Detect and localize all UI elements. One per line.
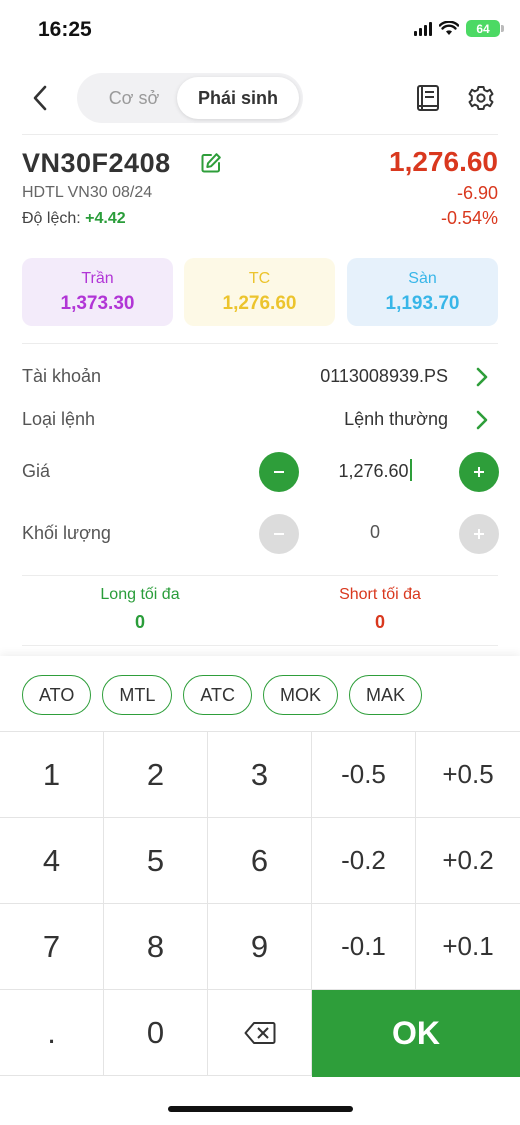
- minus-icon: [274, 533, 284, 535]
- back-button[interactable]: [22, 80, 58, 116]
- chip-atc[interactable]: ATC: [183, 675, 253, 715]
- home-indicator[interactable]: [168, 1106, 353, 1112]
- quantity-label: Khối lượng: [22, 523, 111, 543]
- instrument-symbol: VN30F2408: [22, 148, 171, 178]
- plus-icon: [474, 529, 484, 539]
- key-minus-0-2[interactable]: -0.2: [312, 818, 416, 904]
- chip-mok[interactable]: MOK: [263, 675, 339, 715]
- price-label: Giá: [22, 461, 51, 481]
- reference-value: 1,276.60: [222, 292, 297, 314]
- price-decrease-button[interactable]: [259, 452, 299, 492]
- minus-icon: [274, 471, 284, 473]
- floor-price-box[interactable]: Sàn 1,193.70: [347, 258, 498, 326]
- chip-mak[interactable]: MAK: [349, 675, 423, 715]
- deviation-label: Độ lệch:: [22, 210, 81, 227]
- battery-icon: 64: [466, 20, 504, 37]
- quantity-increase-button[interactable]: [459, 514, 499, 554]
- key-6[interactable]: 6: [208, 818, 312, 904]
- reference-price-box[interactable]: TC 1,276.60: [184, 258, 335, 326]
- instrument-name: HDTL VN30 08/24: [22, 184, 153, 201]
- status-bar: 16:25 64: [0, 0, 520, 60]
- quantity-input[interactable]: 0: [300, 522, 450, 543]
- section-divider: [22, 575, 498, 576]
- quantity-decrease-button[interactable]: [259, 514, 299, 554]
- key-5[interactable]: 5: [104, 818, 208, 904]
- chevron-right-icon[interactable]: [472, 408, 492, 432]
- chip-ato[interactable]: ATO: [22, 675, 92, 715]
- ceiling-label: Trần: [81, 269, 114, 287]
- floor-label: Sàn: [408, 269, 437, 287]
- short-max: Short tối đa 0: [260, 586, 500, 633]
- text-cursor: [409, 459, 412, 481]
- key-3[interactable]: 3: [208, 732, 312, 818]
- key-1[interactable]: 1: [0, 732, 104, 818]
- status-time: 16:25: [38, 18, 92, 41]
- deviation: Độ lệch: +4.42: [22, 210, 126, 228]
- short-max-label: Short tối đa: [339, 586, 421, 603]
- price-change-percent: -0.54%: [440, 208, 498, 228]
- cellular-signal-icon: [414, 21, 432, 36]
- key-minus-0-5[interactable]: -0.5: [312, 732, 416, 818]
- ok-button[interactable]: OK: [312, 990, 520, 1077]
- long-max-label: Long tối đa: [100, 586, 180, 603]
- order-type-chips: ATO MTL ATC MOK MAK: [22, 675, 423, 715]
- plus-icon: [474, 467, 484, 477]
- keypad-panel: ATO MTL ATC MOK MAK 1 2 3 -0.5 +0.5 4 5 …: [0, 656, 520, 1125]
- key-8[interactable]: 8: [104, 904, 208, 990]
- chip-mtl[interactable]: MTL: [102, 675, 173, 715]
- backspace-button[interactable]: [208, 990, 312, 1076]
- tab-derivatives[interactable]: Phái sinh: [177, 77, 299, 119]
- price-increase-button[interactable]: [459, 452, 499, 492]
- chevron-right-icon[interactable]: [472, 365, 492, 389]
- key-4[interactable]: 4: [0, 818, 104, 904]
- short-max-value: 0: [374, 612, 385, 632]
- key-minus-0-1[interactable]: -0.1: [312, 904, 416, 990]
- price-change: -6.90: [456, 183, 498, 203]
- key-7[interactable]: 7: [0, 904, 104, 990]
- numeric-keypad: 1 2 3 -0.5 +0.5 4 5 6 -0.2 +0.2 7 8 9 -0…: [0, 731, 520, 1077]
- ceiling-price-box[interactable]: Trần 1,373.30: [22, 258, 173, 326]
- wifi-icon: [439, 21, 459, 35]
- key-9[interactable]: 9: [208, 904, 312, 990]
- price-input[interactable]: 1,276.60: [300, 459, 450, 482]
- account-label: Tài khoản: [22, 366, 102, 386]
- long-max-value: 0: [134, 612, 145, 632]
- section-divider: [22, 645, 498, 646]
- key-plus-0-5[interactable]: +0.5: [416, 732, 520, 818]
- book-icon[interactable]: [413, 82, 443, 114]
- key-plus-0-2[interactable]: +0.2: [416, 818, 520, 904]
- tab-spot[interactable]: Cơ sở: [87, 73, 181, 123]
- backspace-icon: [244, 1021, 275, 1044]
- floor-value: 1,193.70: [385, 292, 460, 314]
- order-type-value[interactable]: Lệnh thường: [344, 409, 448, 430]
- edit-icon[interactable]: [200, 152, 222, 174]
- account-value[interactable]: 0113008939.PS: [320, 366, 448, 387]
- gear-icon[interactable]: [466, 82, 496, 114]
- key-2[interactable]: 2: [104, 732, 208, 818]
- deviation-value: +4.42: [85, 210, 126, 227]
- key-0[interactable]: 0: [104, 990, 208, 1076]
- price-input-value: 1,276.60: [338, 461, 409, 481]
- key-decimal[interactable]: .: [0, 990, 104, 1076]
- section-divider: [22, 343, 498, 344]
- order-type-label: Loại lệnh: [22, 409, 96, 429]
- market-segment-control: Cơ sở Phái sinh: [77, 73, 303, 123]
- key-plus-0-1[interactable]: +0.1: [416, 904, 520, 990]
- last-price: 1,276.60: [389, 146, 498, 177]
- ceiling-value: 1,373.30: [60, 292, 135, 314]
- long-max: Long tối đa 0: [20, 586, 260, 633]
- top-nav: Cơ sở Phái sinh: [0, 72, 520, 124]
- status-icons: 64: [414, 20, 504, 37]
- battery-level: 64: [476, 21, 490, 36]
- chevron-left-icon: [33, 85, 47, 111]
- reference-label: TC: [248, 269, 271, 287]
- header-divider: [22, 134, 498, 135]
